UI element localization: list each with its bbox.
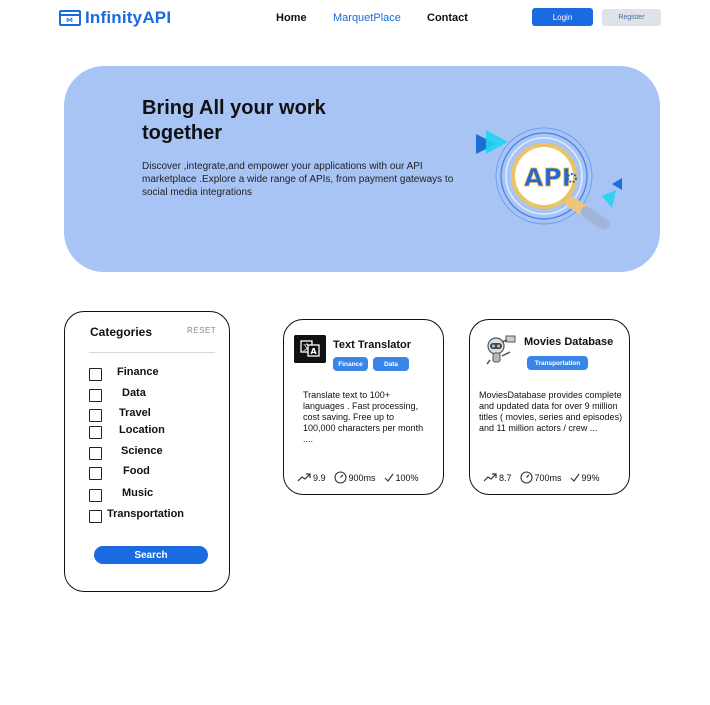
api-magnifier-illustration: API: [476, 127, 622, 230]
trend-up-icon: [297, 472, 311, 481]
reset-button[interactable]: RESET: [187, 326, 216, 335]
success-stat: 99%: [570, 473, 600, 483]
api-title: Movies Database: [524, 336, 614, 348]
checkbox[interactable]: [89, 425, 102, 439]
categories-panel: Categories RESET Finance Data Travel Loc…: [64, 311, 230, 592]
logo[interactable]: ⋈ InfinityAPI: [59, 8, 171, 28]
hero-description: Discover ,integrate,and empower your app…: [142, 161, 454, 198]
browser-window-icon: ⋈: [59, 10, 81, 26]
api-description: Translate text to 100+ languages . Fast …: [303, 390, 424, 444]
checkmark-icon: [384, 473, 393, 482]
nav-home[interactable]: Home: [276, 12, 307, 24]
api-description: MoviesDatabase provides complete and upd…: [479, 390, 623, 433]
nav-contact[interactable]: Contact: [427, 12, 468, 24]
category-travel[interactable]: Travel: [89, 407, 151, 422]
checkbox[interactable]: [89, 509, 102, 523]
latency-stat: 700ms: [519, 471, 562, 484]
category-science[interactable]: Science: [89, 445, 163, 460]
categories-title: Categories: [90, 325, 153, 339]
popularity-stat: 8.7: [483, 473, 512, 483]
popularity-stat: 9.9: [297, 473, 326, 483]
checkbox[interactable]: [89, 466, 102, 480]
gauge-icon: [519, 471, 533, 484]
latency-value: 900ms: [348, 472, 376, 483]
logo-text: InfinityAPI: [85, 8, 172, 27]
translate-icon: 文 A: [294, 335, 326, 363]
popularity-value: 8.7: [499, 472, 512, 483]
checkbox[interactable]: [89, 408, 102, 422]
api-card-text-translator[interactable]: 文 A Text Translator Finance Data Transla…: [283, 319, 444, 495]
tag-finance[interactable]: Finance: [333, 357, 368, 371]
category-transportation[interactable]: Transportation: [89, 508, 184, 523]
category-label: Location: [119, 424, 165, 436]
divider: [89, 352, 215, 353]
robot-icon: [486, 335, 516, 365]
category-finance[interactable]: Finance: [89, 366, 159, 381]
category-label: Music: [122, 487, 154, 499]
popularity-value: 9.9: [313, 472, 326, 483]
category-label: Finance: [117, 366, 159, 378]
checkbox[interactable]: [89, 446, 102, 460]
svg-text:API: API: [524, 163, 571, 192]
success-value: 99%: [581, 472, 600, 483]
checkmark-icon: [570, 473, 579, 482]
register-button[interactable]: Register: [602, 9, 661, 26]
nav-marketplace[interactable]: MarquetPlace: [333, 12, 401, 24]
tag-transportation[interactable]: Transportation: [527, 356, 588, 370]
checkbox[interactable]: [89, 388, 102, 402]
success-value: 100%: [395, 472, 419, 483]
category-location[interactable]: Location: [89, 424, 165, 439]
category-label: Travel: [119, 407, 151, 419]
login-button[interactable]: Login: [532, 8, 593, 26]
category-label: Science: [121, 445, 163, 457]
latency-value: 700ms: [534, 472, 562, 483]
latency-stat: 900ms: [333, 471, 376, 484]
category-music[interactable]: Music: [89, 487, 153, 502]
api-card-movies-database[interactable]: Movies Database Transportation MoviesDat…: [469, 319, 630, 495]
hero-title: Bring All your work together: [142, 97, 326, 144]
api-stats: 9.9 900ms 100%: [297, 471, 427, 484]
category-data[interactable]: Data: [89, 387, 146, 402]
svg-text:A: A: [311, 347, 318, 356]
success-stat: 100%: [384, 473, 419, 483]
tag-data[interactable]: Data: [373, 357, 409, 371]
api-title: Text Translator: [333, 339, 412, 351]
category-label: Food: [123, 465, 150, 477]
checkbox[interactable]: [89, 367, 102, 381]
search-button[interactable]: Search: [94, 546, 208, 564]
checkbox[interactable]: [89, 488, 102, 502]
category-label: Data: [122, 387, 146, 399]
trend-up-icon: [483, 472, 497, 481]
api-stats: 8.7 700ms 99%: [483, 471, 608, 484]
category-label: Transportation: [107, 508, 185, 520]
hero-banner: Bring All your work together Discover ,i…: [64, 66, 660, 272]
category-food[interactable]: Food: [89, 465, 150, 480]
gauge-icon: [333, 471, 347, 484]
